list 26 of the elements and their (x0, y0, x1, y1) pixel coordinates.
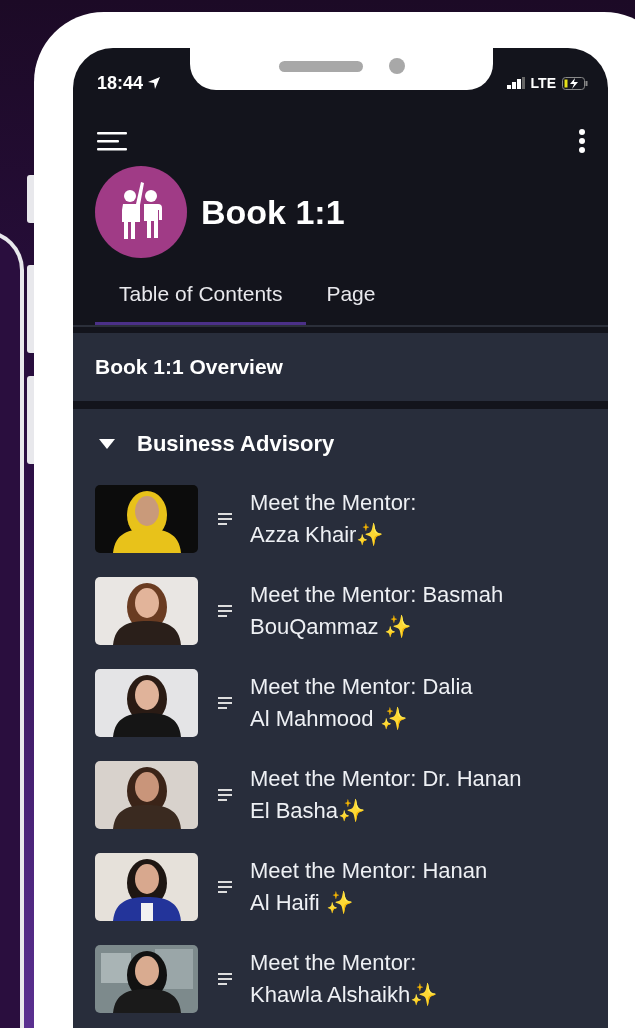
text-lines-icon (218, 605, 232, 617)
battery-charging-icon (562, 76, 588, 90)
overview-item[interactable]: Book 1:1 Overview (73, 333, 608, 401)
status-time: 18:44 (97, 72, 144, 94)
caret-icon[interactable] (99, 439, 115, 449)
text-lines-icon (218, 881, 232, 893)
lesson-title[interactable]: Meet the Mentor: Basmah BouQammaz ✨ (250, 579, 504, 643)
lesson-title[interactable]: Meet the Mentor: Khawla Alshaikh✨ (250, 947, 438, 1011)
lesson-title[interactable]: Meet the Mentor: Azza Khair✨ (250, 487, 417, 551)
section-title[interactable]: Business Advisory (137, 431, 335, 457)
signal-icon (506, 77, 527, 89)
tab[interactable]: Table of Contents (95, 274, 307, 325)
lesson-title[interactable]: Meet the Mentor: Hanan Al Haifi ✨ (250, 855, 488, 919)
app-title: Book 1:1 (201, 192, 345, 232)
network-label: LTE (530, 75, 556, 91)
lesson-title[interactable]: Meet the Mentor: Dr. Hanan El Basha✨ (250, 763, 522, 827)
location-arrow-icon (147, 76, 162, 90)
text-lines-icon (218, 697, 232, 709)
menu-button[interactable] (97, 131, 127, 151)
high-five-logo-icon (95, 166, 187, 258)
lesson-title[interactable]: Meet the Mentor: Dalia Al Mahmood ✨ (250, 671, 473, 735)
more-options-button[interactable] (578, 128, 586, 154)
text-lines-icon (218, 513, 232, 525)
tab[interactable]: Page (322, 274, 380, 325)
text-lines-icon (218, 789, 232, 801)
text-lines-icon (218, 973, 232, 985)
